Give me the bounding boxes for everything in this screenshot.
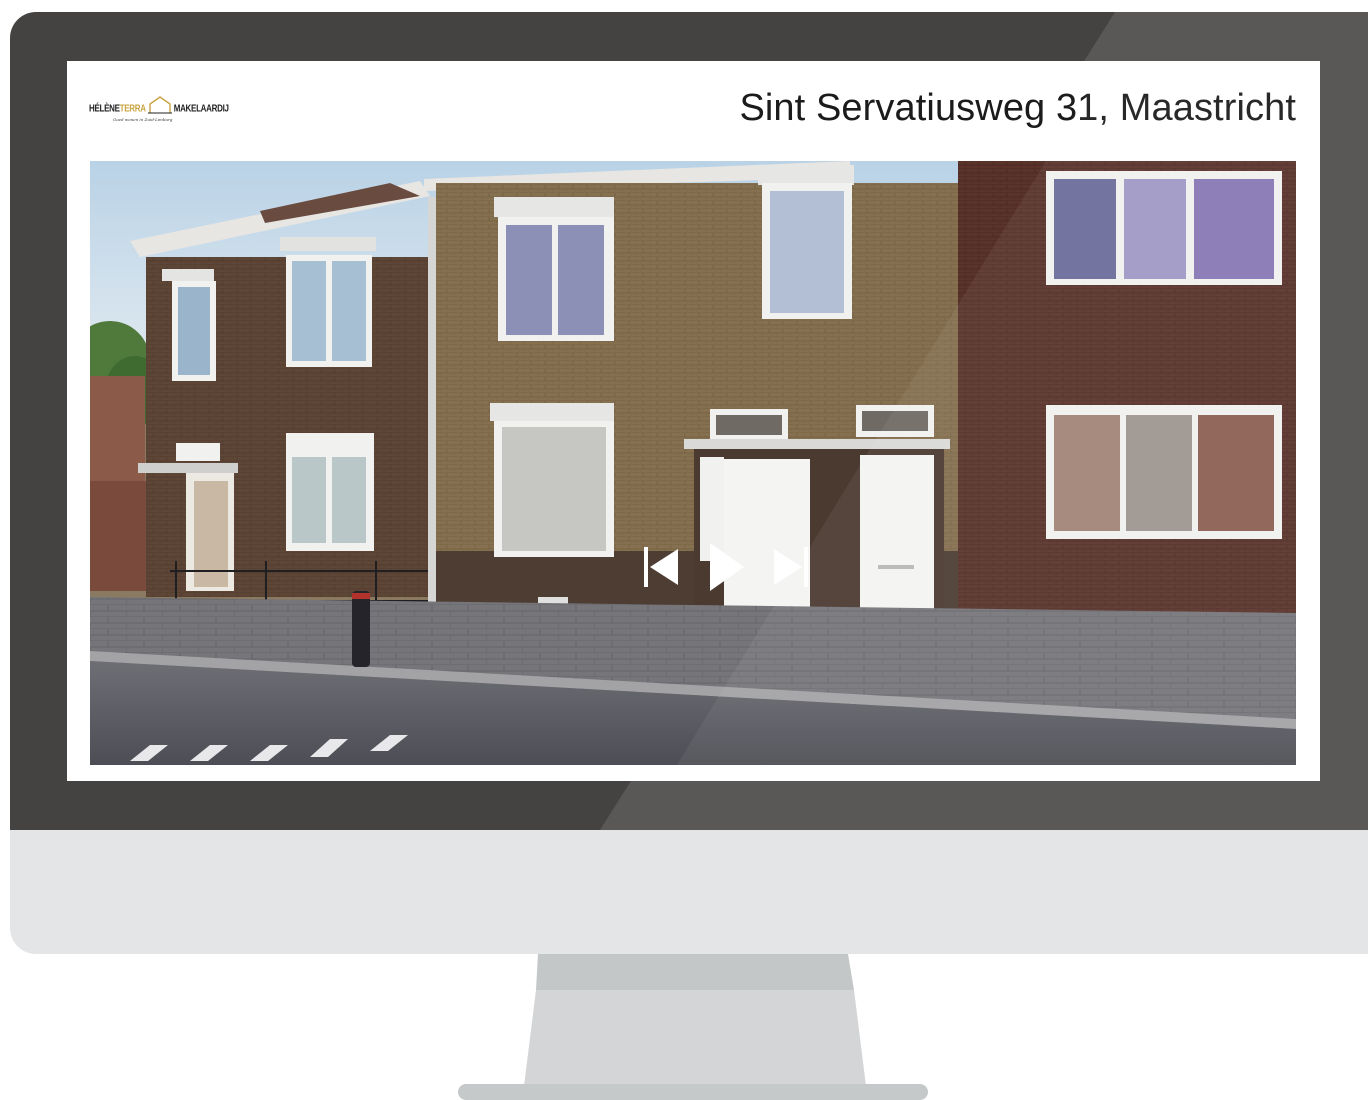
slideshow-controls <box>642 541 810 593</box>
play-icon[interactable] <box>706 541 746 593</box>
house-icon <box>147 96 172 114</box>
monitor-screen: HÉLÈNE TERRA MAKELAARDIJ Goed wonen in Z… <box>67 61 1320 781</box>
monitor-mockup: HÉLÈNE TERRA MAKELAARDIJ Goed wonen in Z… <box>0 0 1368 1100</box>
property-photo <box>90 161 1296 765</box>
skip-next-icon[interactable] <box>770 545 810 589</box>
monitor-chin <box>10 830 1368 954</box>
brand-logo[interactable]: HÉLÈNE TERRA MAKELAARDIJ Goed wonen in Z… <box>89 91 229 131</box>
house-facade-image <box>90 161 1296 765</box>
logo-tagline: Goed wonen in Zuid-Limburg <box>113 117 173 122</box>
logo-word-left: HÉLÈNE <box>89 102 120 114</box>
logo-word-accent: TERRA <box>119 102 146 114</box>
skip-previous-icon[interactable] <box>642 545 682 589</box>
monitor-stand <box>458 954 928 1100</box>
page-title: Sint Servatiusweg 31, Maastricht <box>739 87 1296 129</box>
logo-word-right: MAKELAARDIJ <box>173 102 229 114</box>
